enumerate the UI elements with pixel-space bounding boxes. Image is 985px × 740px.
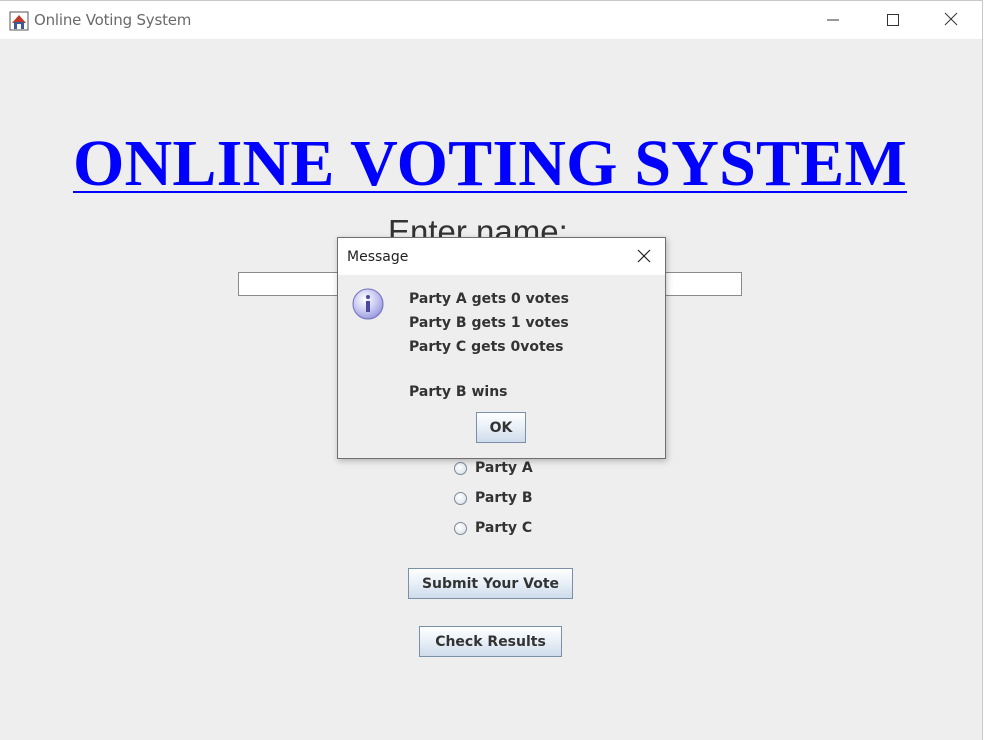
title-bar[interactable]: Online Voting System [0, 1, 982, 39]
radio-button[interactable] [454, 491, 467, 505]
close-icon [944, 11, 958, 30]
overlapping-text-fragment [478, 594, 572, 600]
dialog-title-bar[interactable]: Message [338, 238, 665, 275]
radio-button[interactable] [454, 521, 467, 535]
dialog-title: Message [347, 249, 409, 265]
minimize-button[interactable] [804, 1, 862, 39]
ok-button[interactable]: OK [476, 412, 526, 443]
info-icon [352, 288, 384, 320]
dialog-message-line: Party C gets 0votes [409, 339, 564, 355]
maximize-icon [887, 11, 899, 30]
dialog-close-button[interactable] [632, 245, 656, 269]
dialog-message-line: Party A gets 0 votes [409, 291, 569, 307]
message-dialog: Message Party A gets 0 votes Party B get… [337, 237, 666, 459]
radio-label: Party B [475, 490, 533, 506]
window-title: Online Voting System [34, 11, 192, 29]
radio-party-c[interactable]: Party C [454, 519, 532, 537]
radio-label: Party A [475, 460, 533, 476]
close-icon [637, 248, 651, 267]
dialog-winner-line: Party B wins [409, 384, 508, 400]
page-heading: ONLINE VOTING SYSTEM [73, 127, 907, 200]
close-button[interactable] [922, 1, 980, 39]
radio-party-a[interactable]: Party A [454, 459, 533, 477]
minimize-icon [827, 11, 839, 30]
maximize-button[interactable] [864, 1, 922, 39]
app-window: Online Voting System ONLINE VOTING SYSTE… [0, 0, 983, 740]
dialog-message-line: Party B gets 1 votes [409, 315, 569, 331]
check-results-button[interactable]: Check Results [419, 626, 562, 657]
radio-party-b[interactable]: Party B [454, 489, 533, 507]
radio-button[interactable] [454, 461, 467, 475]
radio-label: Party C [475, 520, 533, 536]
app-icon [9, 11, 29, 31]
